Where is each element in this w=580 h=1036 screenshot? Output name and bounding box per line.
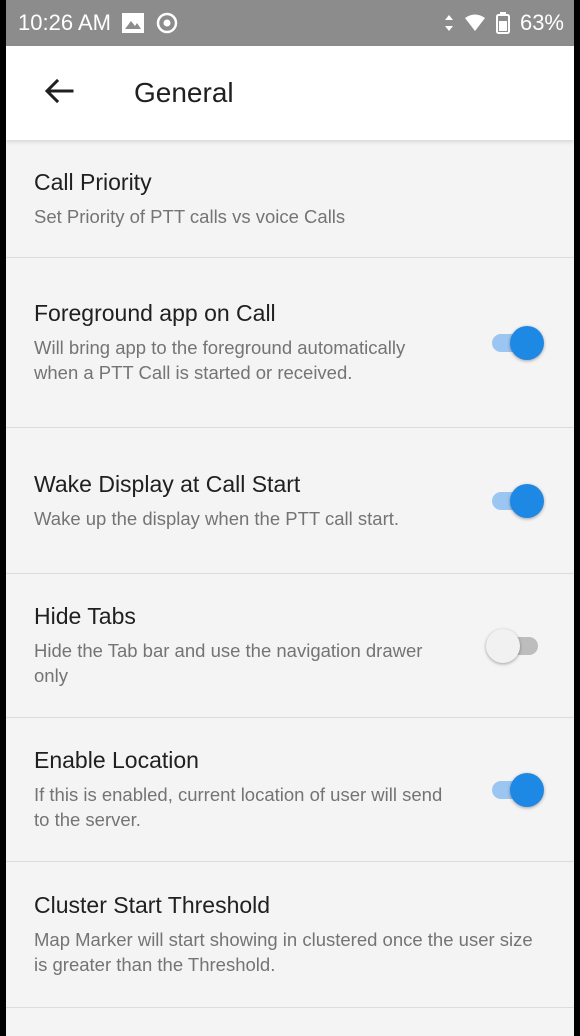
setting-text: Cluster Start Threshold Map Marker will … — [34, 892, 546, 977]
setting-call-priority[interactable]: Call Priority Set Priority of PTT calls … — [6, 140, 574, 258]
hide-tabs-toggle[interactable] — [486, 626, 544, 666]
setting-summary: If this is enabled, current location of … — [34, 784, 443, 830]
setting-title: Cluster Start Threshold — [34, 892, 271, 918]
foreground-app-toggle[interactable] — [488, 323, 544, 363]
sync-icon — [155, 11, 179, 35]
page-title: General — [134, 77, 234, 108]
setting-hide-tabs[interactable]: Hide Tabs Hide the Tab bar and use the n… — [6, 574, 574, 718]
setting-text: Wake Display at Call Start Wake up the d… — [34, 471, 546, 531]
battery-percent: 63% — [519, 10, 564, 35]
setting-text: Call Priority Set Priority of PTT calls … — [34, 169, 546, 229]
setting-title: Foreground app on Call — [34, 300, 276, 326]
setting-foreground-app[interactable]: Foreground app on Call Will bring app to… — [6, 258, 574, 428]
status-right: 63% — [444, 10, 564, 36]
phone-screen: 10:26 AM 63% General Call Priority Set P… — [0, 0, 580, 1036]
setting-summary: Will bring app to the foreground automat… — [34, 337, 406, 383]
data-arrows-icon — [444, 13, 454, 33]
back-button[interactable] — [24, 58, 94, 128]
status-bar: 10:26 AM 63% — [6, 0, 574, 46]
setting-text: Hide Tabs Hide the Tab bar and use the n… — [34, 603, 546, 688]
arrow-left-icon — [44, 78, 74, 109]
setting-summary: Set Priority of PTT calls vs voice Calls — [34, 205, 346, 227]
gallery-icon — [121, 12, 145, 34]
toggle-thumb — [510, 483, 544, 518]
wake-display-toggle[interactable] — [488, 481, 544, 521]
setting-title: Wake Display at Call Start — [34, 470, 301, 497]
status-left: 10:26 AM — [18, 10, 179, 36]
setting-title: Hide Tabs — [34, 603, 136, 629]
wifi-icon — [464, 14, 486, 32]
setting-summary: Hide the Tab bar and use the navigation … — [34, 640, 423, 686]
app-bar: General — [6, 46, 574, 140]
setting-text: Enable Location If this is enabled, curr… — [34, 747, 546, 832]
toggle-thumb — [510, 325, 544, 360]
setting-cluster-threshold[interactable]: Cluster Start Threshold Map Marker will … — [6, 862, 574, 1008]
setting-wake-display[interactable]: Wake Display at Call Start Wake up the d… — [6, 428, 574, 574]
setting-summary: Map Marker will start showing in cluster… — [34, 929, 533, 975]
enable-location-toggle[interactable] — [488, 770, 544, 810]
setting-text: Foreground app on Call Will bring app to… — [34, 300, 546, 385]
toggle-thumb — [510, 772, 544, 807]
toggle-thumb — [486, 628, 520, 663]
setting-title: Enable Location — [34, 747, 199, 773]
settings-list: Call Priority Set Priority of PTT calls … — [6, 140, 574, 1008]
setting-enable-location[interactable]: Enable Location If this is enabled, curr… — [6, 718, 574, 862]
setting-title: Call Priority — [34, 168, 152, 195]
battery-icon — [495, 12, 510, 34]
status-time: 10:26 AM — [18, 10, 111, 35]
setting-summary: Wake up the display when the PTT call st… — [34, 507, 400, 529]
